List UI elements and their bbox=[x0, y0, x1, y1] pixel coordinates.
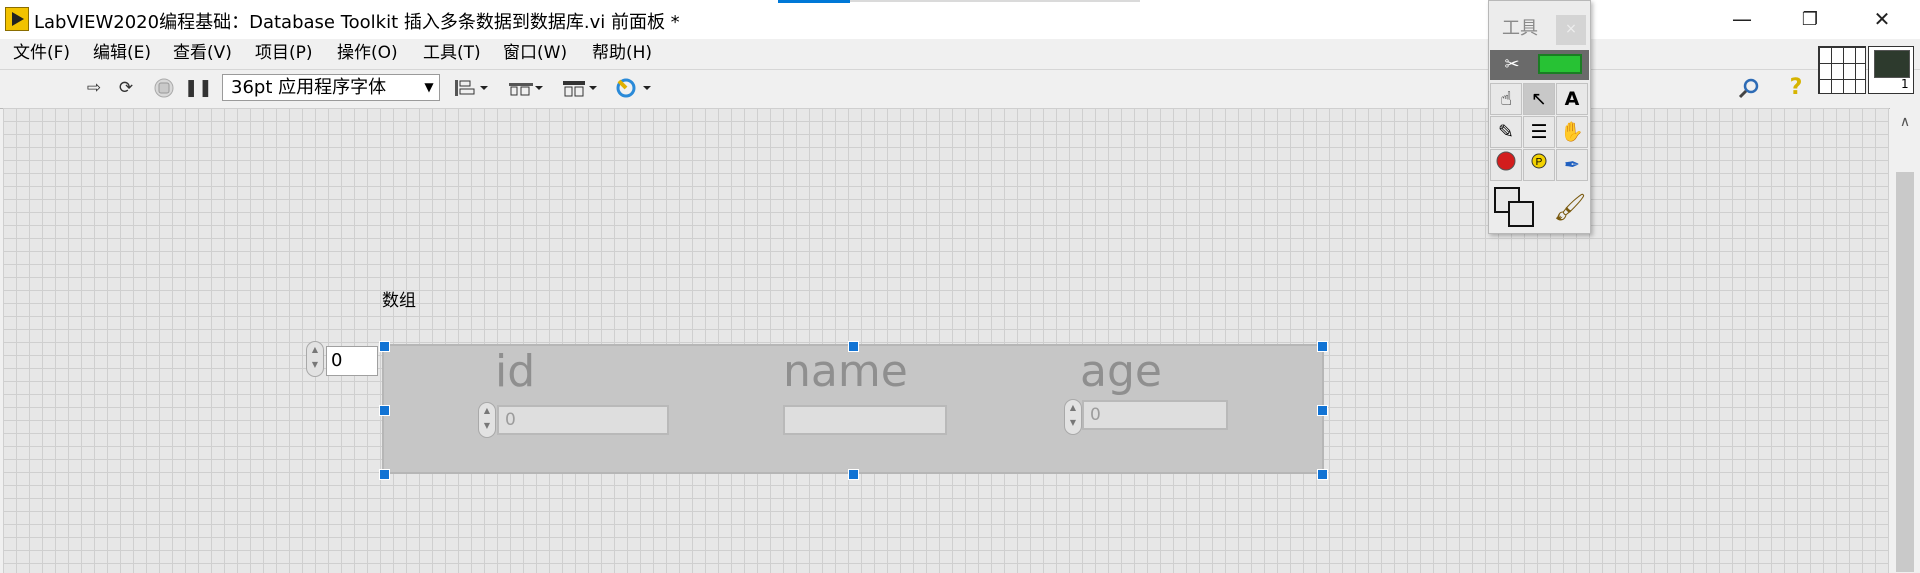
svg-text:P: P bbox=[1536, 157, 1543, 168]
wrench-icon: ✂ bbox=[1504, 54, 1520, 75]
edit-text-tool-icon[interactable]: A bbox=[1556, 83, 1588, 115]
name-string-field[interactable] bbox=[783, 405, 947, 435]
resize-handle-n[interactable] bbox=[848, 341, 859, 352]
distribute-objects-icon[interactable] bbox=[506, 77, 544, 99]
pause-icon[interactable]: ❚❚ bbox=[184, 77, 213, 99]
background-color-swatch[interactable] bbox=[1508, 201, 1534, 227]
scrollbar-thumb[interactable] bbox=[1896, 172, 1914, 572]
cluster-field-label-name: name bbox=[783, 346, 908, 397]
restore-button[interactable]: ❐ bbox=[1778, 0, 1842, 39]
age-numeric-field[interactable]: 0 bbox=[1082, 400, 1228, 430]
menu-window[interactable]: 窗口(W) bbox=[503, 41, 567, 65]
menu-tools[interactable]: 工具(T) bbox=[423, 41, 481, 65]
resize-handle-nw[interactable] bbox=[379, 341, 390, 352]
scroll-window-tool-icon[interactable]: ✋ bbox=[1556, 116, 1588, 148]
connector-pane[interactable] bbox=[1818, 46, 1866, 94]
align-objects-icon[interactable] bbox=[452, 77, 490, 99]
shortcut-menu-tool-icon[interactable]: ☰ bbox=[1523, 116, 1555, 148]
close-button[interactable]: ✕ bbox=[1850, 0, 1914, 39]
tools-palette-title: 工具 bbox=[1502, 18, 1538, 39]
vi-icon-screen bbox=[1874, 50, 1910, 78]
minimize-button[interactable]: — bbox=[1710, 0, 1774, 39]
resize-handle-ne[interactable] bbox=[1317, 341, 1328, 352]
reorder-icon[interactable] bbox=[614, 77, 654, 99]
tab-strip bbox=[850, 0, 1140, 2]
front-panel-canvas[interactable] bbox=[3, 108, 1889, 573]
resize-objects-icon[interactable] bbox=[560, 77, 598, 99]
id-spinner[interactable]: ▲ ▼ bbox=[478, 402, 496, 438]
resize-handle-s[interactable] bbox=[848, 469, 859, 480]
window-title: LabVIEW2020编程基础：Database Toolkit 插入多条数据到… bbox=[34, 12, 680, 33]
id-numeric-field[interactable]: 0 bbox=[497, 405, 669, 435]
menu-view[interactable]: 查看(V) bbox=[173, 41, 232, 65]
menu-file[interactable]: 文件(F) bbox=[13, 41, 70, 65]
resize-handle-w[interactable] bbox=[379, 405, 390, 416]
paintbrush-icon: 🖌 bbox=[1553, 193, 1587, 223]
menu-operate[interactable]: 操作(O) bbox=[337, 41, 398, 65]
chevron-down-icon[interactable]: ▼ bbox=[420, 74, 438, 101]
font-select[interactable]: 36pt 应用程序字体 bbox=[222, 74, 440, 101]
focus-indicator bbox=[778, 0, 850, 3]
tools-palette-close-button[interactable]: × bbox=[1556, 15, 1586, 45]
cluster-field-label-age: age bbox=[1080, 346, 1162, 397]
run-continuously-icon[interactable]: ⟳ bbox=[114, 77, 138, 99]
resize-handle-sw[interactable] bbox=[379, 469, 390, 480]
auto-tool-led bbox=[1538, 54, 1582, 74]
menu-help[interactable]: 帮助(H) bbox=[592, 41, 652, 65]
vi-icon-number: 1 bbox=[1901, 77, 1909, 91]
set-color-tool[interactable] bbox=[1490, 183, 1550, 231]
position-select-tool-icon[interactable]: ↖ bbox=[1523, 83, 1555, 115]
abort-icon[interactable] bbox=[152, 77, 176, 99]
operate-value-tool-icon[interactable]: ☝ bbox=[1490, 83, 1522, 115]
menu-project[interactable]: 项目(P) bbox=[255, 41, 313, 65]
get-color-tool-icon[interactable]: ✒ bbox=[1556, 149, 1588, 181]
connect-wire-tool-icon[interactable]: ✎ bbox=[1490, 116, 1522, 148]
resize-handle-e[interactable] bbox=[1317, 405, 1328, 416]
array-index-display[interactable]: 0 bbox=[326, 346, 378, 376]
probe-tool-icon[interactable]: P bbox=[1523, 149, 1555, 181]
context-help-icon[interactable]: ? bbox=[1784, 77, 1808, 99]
age-spinner[interactable]: ▲ ▼ bbox=[1064, 399, 1082, 435]
array-label: 数组 bbox=[382, 291, 416, 311]
scroll-up-icon[interactable]: ∧ bbox=[1892, 112, 1918, 132]
array-index-spinner[interactable]: ▲ ▼ bbox=[306, 341, 324, 377]
cluster-field-label-id: id bbox=[495, 346, 536, 397]
search-icon[interactable] bbox=[1734, 77, 1764, 99]
labview-app-icon bbox=[5, 7, 29, 31]
run-arrow-icon[interactable]: ⇨ bbox=[82, 77, 106, 99]
menu-edit[interactable]: 编辑(E) bbox=[93, 41, 151, 65]
resize-handle-se[interactable] bbox=[1317, 469, 1328, 480]
breakpoint-tool-icon[interactable] bbox=[1490, 149, 1522, 181]
